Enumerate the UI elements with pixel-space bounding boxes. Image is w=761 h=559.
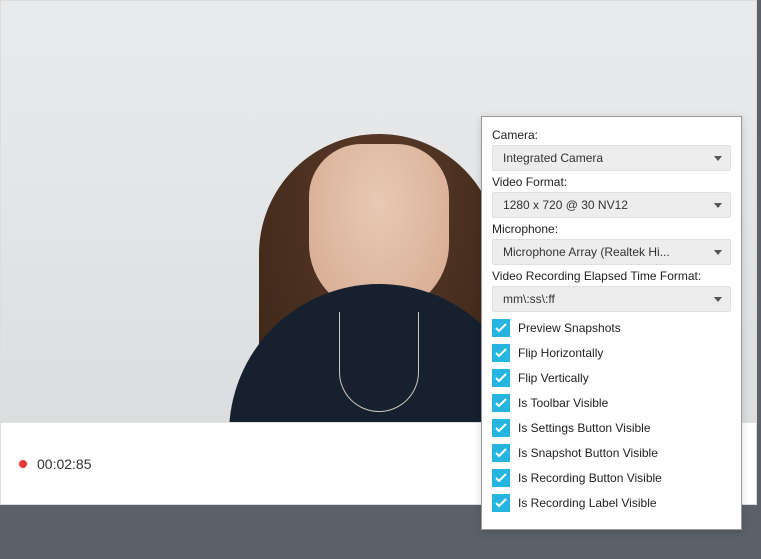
checkbox[interactable]: [492, 369, 510, 387]
chevron-down-icon: [714, 156, 722, 161]
microphone-select[interactable]: Microphone Array (Realtek Hi...: [492, 239, 731, 265]
microphone-select-value: Microphone Array (Realtek Hi...: [503, 245, 670, 259]
checkbox[interactable]: [492, 394, 510, 412]
checkbox-label: Is Toolbar Visible: [518, 396, 608, 410]
camera-label: Camera:: [492, 128, 731, 142]
recording-indicator-icon: [19, 460, 27, 468]
time-format-label: Video Recording Elapsed Time Format:: [492, 269, 731, 283]
checkbox[interactable]: [492, 469, 510, 487]
checkbox-label: Flip Vertically: [518, 371, 589, 385]
checkbox-option[interactable]: Flip Horizontally: [492, 344, 731, 362]
settings-panel: Camera: Integrated Camera Video Format: …: [481, 116, 742, 530]
check-icon: [495, 423, 507, 433]
camera-select[interactable]: Integrated Camera: [492, 145, 731, 171]
check-icon: [495, 348, 507, 358]
check-icon: [495, 323, 507, 333]
elapsed-time-label: 00:02:85: [37, 456, 92, 472]
checkbox-label: Is Settings Button Visible: [518, 421, 651, 435]
chevron-down-icon: [714, 297, 722, 302]
checkbox-label: Preview Snapshots: [518, 321, 621, 335]
checkbox[interactable]: [492, 419, 510, 437]
video-format-label: Video Format:: [492, 175, 731, 189]
chevron-down-icon: [714, 203, 722, 208]
checkbox-option[interactable]: Flip Vertically: [492, 369, 731, 387]
chevron-down-icon: [714, 250, 722, 255]
checkbox-option[interactable]: Is Recording Label Visible: [492, 494, 731, 512]
checkbox-option[interactable]: Preview Snapshots: [492, 319, 731, 337]
check-icon: [495, 398, 507, 408]
camera-select-value: Integrated Camera: [503, 151, 603, 165]
check-icon: [495, 473, 507, 483]
time-format-select-value: mm\:ss\:ff: [503, 292, 555, 306]
check-icon: [495, 498, 507, 508]
checkbox-option[interactable]: Is Toolbar Visible: [492, 394, 731, 412]
checkbox[interactable]: [492, 444, 510, 462]
checkbox-label: Is Snapshot Button Visible: [518, 446, 658, 460]
checkbox-label: Flip Horizontally: [518, 346, 603, 360]
check-icon: [495, 448, 507, 458]
checkbox-option[interactable]: Is Settings Button Visible: [492, 419, 731, 437]
checkbox-label: Is Recording Label Visible: [518, 496, 657, 510]
checkbox[interactable]: [492, 494, 510, 512]
checkbox[interactable]: [492, 319, 510, 337]
time-format-select[interactable]: mm\:ss\:ff: [492, 286, 731, 312]
checkbox-option[interactable]: Is Snapshot Button Visible: [492, 444, 731, 462]
checkbox-option[interactable]: Is Recording Button Visible: [492, 469, 731, 487]
checkbox-label: Is Recording Button Visible: [518, 471, 662, 485]
video-format-select-value: 1280 x 720 @ 30 NV12: [503, 198, 628, 212]
microphone-label: Microphone:: [492, 222, 731, 236]
check-icon: [495, 373, 507, 383]
checkbox[interactable]: [492, 344, 510, 362]
video-format-select[interactable]: 1280 x 720 @ 30 NV12: [492, 192, 731, 218]
